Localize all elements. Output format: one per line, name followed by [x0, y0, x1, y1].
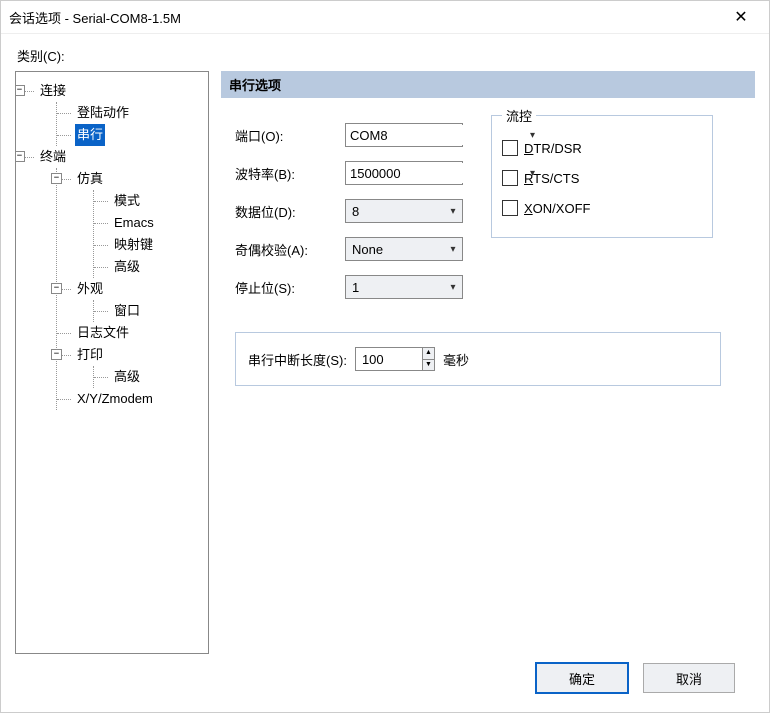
rts-cts-checkbox[interactable]: RTS/CTS	[502, 163, 702, 193]
title-bar: 会话选项 - Serial-COM8-1.5M ✕	[1, 1, 769, 34]
chevron-down-icon[interactable]: ▾	[444, 244, 462, 255]
dialog-window: 会话选项 - Serial-COM8-1.5M ✕ 类别(C): − 连接 登陆…	[0, 0, 770, 713]
tree-item-connection[interactable]: − 连接 登陆动作 串行	[20, 80, 204, 146]
checkbox-icon[interactable]	[502, 200, 518, 216]
chevron-down-icon[interactable]: ▾	[444, 282, 462, 293]
databits-label: 数据位(D):	[235, 202, 345, 221]
parity-label: 奇偶校验(A):	[235, 240, 345, 259]
tree-item-mode[interactable]: 模式	[94, 190, 204, 212]
category-tree[interactable]: − 连接 登陆动作 串行 − 终端	[15, 71, 209, 654]
dialog-footer: 确定 取消	[15, 654, 755, 712]
tree-item-login-action[interactable]: 登陆动作	[57, 102, 204, 124]
collapse-icon[interactable]: −	[15, 151, 25, 162]
databits-combo[interactable]: 8 ▾	[345, 199, 463, 223]
section-header: 串行选项	[221, 71, 755, 98]
checkbox-icon[interactable]	[502, 170, 518, 186]
break-group: 串行中断长度(S): ▲ ▼ 毫秒	[235, 332, 721, 386]
tree-item-window[interactable]: 窗口	[94, 300, 204, 322]
port-combo[interactable]: ▾	[345, 123, 463, 147]
collapse-icon[interactable]: −	[51, 349, 62, 360]
break-label: 串行中断长度(S):	[248, 350, 347, 369]
tree-item-xyzmodem[interactable]: X/Y/Zmodem	[57, 388, 204, 410]
flow-legend: 流控	[502, 106, 536, 125]
tree-item-advanced-term[interactable]: 高级	[94, 256, 204, 278]
chevron-down-icon[interactable]: ▾	[444, 206, 462, 217]
port-label: 端口(O):	[235, 126, 345, 145]
break-length-spinner[interactable]: ▲ ▼	[355, 347, 435, 371]
collapse-icon[interactable]: −	[15, 85, 25, 96]
tree-item-emulation[interactable]: − 仿真 模式 Emacs 映射键 高级	[57, 168, 204, 278]
window-title: 会话选项 - Serial-COM8-1.5M	[9, 8, 721, 27]
tree-item-map-keys[interactable]: 映射键	[94, 234, 204, 256]
category-label: 类别(C):	[17, 46, 755, 65]
settings-pane: 串行选项 端口(O): ▾ 波特率(B): ▾	[221, 71, 755, 654]
tree-item-emacs[interactable]: Emacs	[94, 212, 204, 234]
dialog-body: 类别(C): − 连接 登陆动作 串行	[1, 34, 769, 712]
spin-down-icon[interactable]: ▼	[423, 359, 434, 371]
collapse-icon[interactable]: −	[51, 173, 62, 184]
parity-combo[interactable]: None ▾	[345, 237, 463, 261]
tree-item-advanced-print[interactable]: 高级	[94, 366, 204, 388]
tree-item-appearance[interactable]: − 外观 窗口	[57, 278, 204, 322]
close-icon[interactable]: ✕	[721, 7, 761, 27]
spin-up-icon[interactable]: ▲	[423, 348, 434, 359]
columns: − 连接 登陆动作 串行 − 终端	[15, 71, 755, 654]
collapse-icon[interactable]: −	[51, 283, 62, 294]
tree-item-serial[interactable]: 串行	[57, 124, 204, 146]
dtr-dsr-checkbox[interactable]: DTR/DSR	[502, 133, 702, 163]
break-unit: 毫秒	[443, 350, 469, 369]
stopbits-combo[interactable]: 1 ▾	[345, 275, 463, 299]
flow-control-group: 流控 DTR/DSR RTS/CTS XON/XOFF	[491, 106, 713, 238]
cancel-button[interactable]: 取消	[643, 663, 735, 693]
checkbox-icon[interactable]	[502, 140, 518, 156]
baud-label: 波特率(B):	[235, 164, 345, 183]
tree-item-terminal[interactable]: − 终端 − 仿真 模式 Emacs 映射键 高级	[20, 146, 204, 410]
form-area: 端口(O): ▾ 波特率(B): ▾ 数	[221, 116, 755, 386]
stopbits-label: 停止位(S):	[235, 278, 345, 297]
tree-item-printing[interactable]: − 打印 高级	[57, 344, 204, 388]
ok-button[interactable]: 确定	[535, 662, 629, 694]
break-length-input[interactable]	[356, 348, 422, 370]
baud-combo[interactable]: ▾	[345, 161, 463, 185]
tree-item-logfile[interactable]: 日志文件	[57, 322, 204, 344]
xon-xoff-checkbox[interactable]: XON/XOFF	[502, 193, 702, 223]
